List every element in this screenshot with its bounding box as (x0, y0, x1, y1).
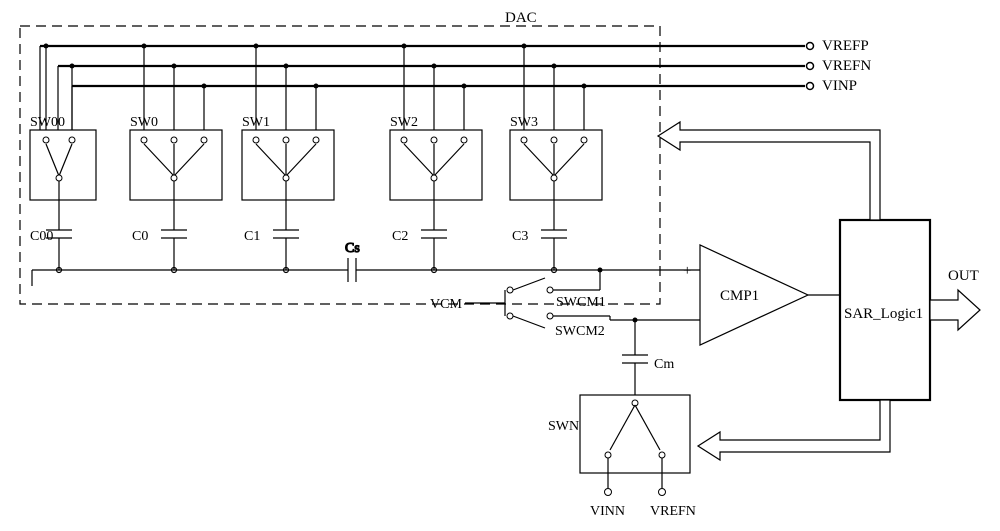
cm-label: Cm (654, 357, 674, 372)
swn-group: SWN VINN VREFN (548, 395, 696, 519)
sw2-group: SW2 C2 (390, 44, 482, 271)
dac-label: DAC (505, 10, 537, 26)
c0-label: C0 (132, 229, 148, 244)
c1-label: C1 (244, 229, 260, 244)
sw3-group: SW3 C3 (510, 44, 602, 271)
cs-label: Cs (345, 241, 360, 256)
sar-logic: SAR_Logic1 OUT (808, 220, 980, 400)
vinp-label: VINP (822, 78, 857, 94)
cm-cap: Cm (622, 318, 674, 396)
vrefp-label: VREFP (822, 38, 869, 54)
sar-label: SAR_Logic1 (844, 306, 923, 322)
swcm2-label: SWCM2 (555, 324, 605, 339)
vrefn-bot-label: VREFN (650, 504, 696, 519)
comparator: CMP1 + − (610, 245, 808, 345)
vcm-switches: VCM SWCM1 SWCM2 (430, 268, 610, 340)
swcm1-label: SWCM1 (556, 295, 606, 310)
vinn-label: VINN (590, 504, 625, 519)
sw00-label: SW00 (30, 115, 65, 130)
out-label: OUT (948, 268, 979, 284)
vrefn-label: VREFN (822, 58, 871, 74)
c3-label: C3 (512, 229, 528, 244)
c2-label: C2 (392, 229, 408, 244)
rail-vinp (72, 83, 814, 90)
sw1-group: SW1 C1 (242, 44, 334, 271)
cmp1-label: CMP1 (720, 288, 759, 304)
minus-label: − (683, 313, 691, 329)
rail-vrefp (40, 43, 814, 50)
c00-label: C00 (30, 229, 53, 244)
feedback-to-dac (658, 122, 880, 220)
sw0-group: SW0 C0 (130, 44, 222, 271)
swn-label: SWN (548, 419, 579, 434)
plus-label: + (683, 263, 691, 279)
vcm-label: VCM (430, 297, 462, 312)
feedback-to-swn (698, 400, 890, 460)
